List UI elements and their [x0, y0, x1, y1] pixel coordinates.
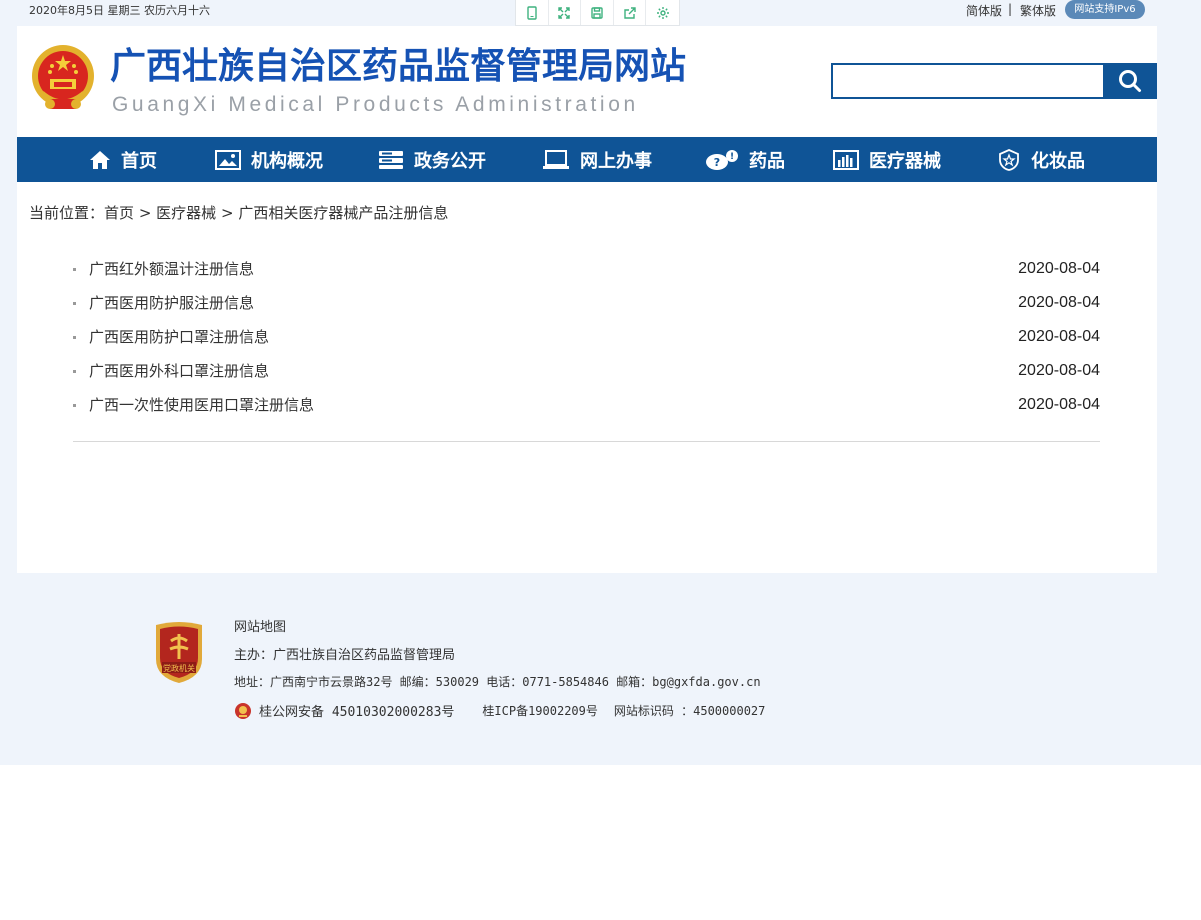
article-date: 2020-08-04 — [1018, 294, 1100, 311]
sponsor-text: 主办：广西壮族自治区药品监督管理局 — [234, 648, 456, 663]
pills-icon: ?! — [706, 149, 738, 170]
nav-item-label: 化妆品 — [1031, 150, 1085, 172]
monitor-icon — [543, 149, 569, 169]
article-list: 广西红外额温计注册信息 2020-08-04 广西医用防护服注册信息 2020-… — [73, 256, 1100, 426]
breadcrumb-separator: > — [138, 204, 152, 222]
article-date: 2020-08-04 — [1018, 396, 1100, 413]
image-icon — [215, 149, 241, 170]
police-badge-icon — [235, 702, 251, 719]
article-link[interactable]: 广西一次性使用医用口罩注册信息 — [89, 392, 314, 418]
nav-item-online-services[interactable]: 网上办事 — [542, 137, 652, 182]
list-item: 广西红外额温计注册信息 2020-08-04 — [73, 256, 1100, 290]
party-government-badge[interactable]: 党政机关 — [152, 621, 206, 684]
site-id-text: 网站标识码 ：4500000027 — [613, 704, 766, 718]
simplified-chinese-link[interactable]: 简体版 — [966, 2, 1002, 19]
lang-separator: | — [1008, 2, 1013, 16]
nav-item-label: 医疗器械 — [869, 150, 941, 172]
settings-icon[interactable] — [646, 0, 679, 25]
mobile-icon[interactable] — [516, 0, 549, 25]
search-icon — [1119, 70, 1141, 92]
traditional-chinese-link[interactable]: 繁体版 — [1020, 2, 1056, 19]
nav-item-government-affairs[interactable]: 政务公开 — [378, 137, 486, 182]
main-nav: 首页 机构概况 政务公开 网上办事 ?! 药品 医疗器械 化妆品 — [17, 137, 1157, 182]
list-item: 广西医用防护服注册信息 2020-08-04 — [73, 290, 1100, 324]
nav-item-label: 药品 — [749, 150, 785, 172]
list-item: 广西一次性使用医用口罩注册信息 2020-08-04 — [73, 392, 1100, 426]
nav-item-label: 机构概况 — [251, 150, 323, 172]
article-link[interactable]: 广西医用防护口罩注册信息 — [89, 324, 269, 350]
fullscreen-icon[interactable] — [549, 0, 582, 25]
article-date: 2020-08-04 — [1018, 328, 1100, 345]
bullet-icon — [73, 302, 76, 305]
nav-item-home[interactable]: 首页 — [89, 137, 157, 182]
breadcrumb-current[interactable]: 广西相关医疗器械产品注册信息 — [238, 204, 448, 222]
breadcrumb: 当前位置：首页 > 医疗器械 > 广西相关医疗器械产品注册信息 — [29, 202, 448, 223]
bullet-icon — [73, 336, 76, 339]
police-record-link[interactable]: 桂公网安备 45010302000283号 — [259, 701, 454, 720]
svg-text:!: ! — [730, 152, 734, 162]
share-icon[interactable] — [614, 0, 647, 25]
breadcrumb-prefix: 当前位置： — [29, 204, 105, 222]
server-icon — [379, 150, 403, 169]
record-row: 桂公网安备 45010302000283号 桂ICP备19002209号 网站标… — [234, 701, 765, 720]
nav-item-about[interactable]: 机构概况 — [215, 137, 323, 182]
top-bar: 2020年8月5日 星期三 农历六月十六 简体版 | 繁体版 网站支持IPv6 — [0, 0, 1201, 26]
shield-icon — [999, 148, 1019, 171]
home-icon — [90, 150, 110, 169]
svg-text:?: ? — [714, 156, 720, 169]
address-text: 地址：广西南宁市云景路32号 邮编：530029 电话：0771-5854846… — [234, 675, 761, 689]
ipv6-badge: 网站支持IPv6 — [1065, 0, 1145, 19]
site-title: 广西壮族自治区药品监督管理局网站 — [110, 46, 687, 87]
date-text: 2020年8月5日 星期三 农历六月十六 — [29, 4, 210, 17]
article-link[interactable]: 广西医用外科口罩注册信息 — [89, 358, 269, 384]
nav-item-label: 网上办事 — [580, 150, 652, 172]
nav-item-drugs[interactable]: ?! 药品 — [705, 137, 785, 182]
article-link[interactable]: 广西医用防护服注册信息 — [89, 290, 254, 316]
list-item: 广西医用外科口罩注册信息 2020-08-04 — [73, 358, 1100, 392]
bullet-icon — [73, 404, 76, 407]
save-icon[interactable] — [581, 0, 614, 25]
main-content: 广西壮族自治区药品监督管理局网站 GuangXi Medical Product… — [17, 26, 1157, 573]
search-box — [831, 63, 1157, 99]
national-emblem-logo[interactable] — [28, 41, 98, 113]
site-subtitle: GuangXi Medical Products Administration — [112, 93, 639, 116]
breadcrumb-separator: > — [220, 204, 234, 222]
article-date: 2020-08-04 — [1018, 362, 1100, 379]
nav-item-medical-devices[interactable]: 医疗器械 — [833, 137, 941, 182]
toolbar — [515, 0, 680, 26]
nav-item-label: 首页 — [121, 150, 157, 172]
nav-item-label: 政务公开 — [414, 150, 486, 172]
bullet-icon — [73, 370, 76, 373]
article-link[interactable]: 广西红外额温计注册信息 — [89, 256, 254, 282]
list-item: 广西医用防护口罩注册信息 2020-08-04 — [73, 324, 1100, 358]
bullet-icon — [73, 268, 76, 271]
bar-chart-icon — [833, 149, 859, 170]
badge-label: 党政机关 — [163, 663, 195, 673]
search-input[interactable] — [831, 63, 1103, 99]
search-button[interactable] — [1103, 63, 1157, 99]
breadcrumb-home[interactable]: 首页 — [104, 204, 134, 222]
breadcrumb-medical-devices[interactable]: 医疗器械 — [156, 204, 216, 222]
list-divider — [73, 441, 1100, 442]
nav-item-cosmetics[interactable]: 化妆品 — [997, 137, 1085, 182]
sitemap-link[interactable]: 网站地图 — [234, 616, 286, 635]
article-date: 2020-08-04 — [1018, 260, 1100, 277]
icp-record-link[interactable]: 桂ICP备19002209号 — [482, 702, 597, 719]
